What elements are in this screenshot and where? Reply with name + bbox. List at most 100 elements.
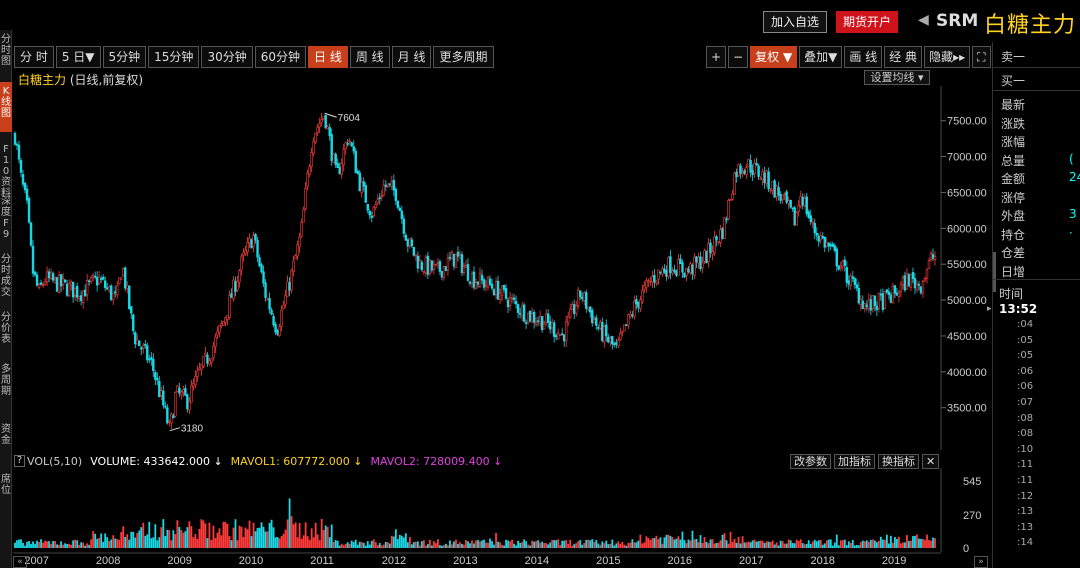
left-tab-3[interactable]: 深度F9 (0, 192, 12, 240)
volume-bar (437, 539, 439, 548)
volume-bar (190, 526, 193, 548)
chart-tool-button-4[interactable]: 画 线 (844, 46, 883, 68)
volume-bar (140, 527, 143, 548)
candle-body (755, 162, 758, 166)
volume-bar (713, 543, 716, 548)
panel-scrollbar[interactable] (993, 252, 996, 292)
volume-bar (599, 544, 602, 548)
volume-bar (777, 545, 780, 548)
candle-body (518, 312, 522, 315)
period-button-0[interactable]: 分 时 (14, 46, 54, 68)
set-moving-average-button[interactable]: 设置均线 ▾ (864, 70, 930, 85)
candle-body (354, 150, 357, 173)
scroll-right-button[interactable]: » (974, 556, 988, 568)
volume-bar (631, 539, 634, 548)
candle-body (705, 250, 708, 264)
candle-body (274, 323, 277, 333)
year-tick-label: 2016 (668, 555, 692, 567)
candle-body (75, 285, 79, 298)
collapse-handle-icon[interactable]: ▸ (987, 304, 993, 318)
volume-indicator-buttons: 改参数 加指标 换指标 ✕ (790, 454, 942, 469)
candle-body (699, 256, 702, 269)
left-tab-8[interactable]: 席位 (0, 470, 12, 510)
open-futures-account-button[interactable]: 期货开户 (836, 11, 898, 33)
volume-bar (477, 540, 479, 548)
candlestick-chart[interactable]: 3500.00 4000.00 4500.00 5000.00 5500.00 6000.… (13, 86, 991, 450)
volume-bar (803, 544, 806, 548)
volume-indicator-button-3[interactable]: ✕ (922, 454, 940, 469)
candle-body (813, 222, 816, 234)
volume-bar (58, 544, 60, 548)
chart-tool-button-7[interactable]: ⛶ (972, 46, 991, 68)
volume-bar (308, 539, 311, 548)
volume-indicator-button-2[interactable]: 换指标 (878, 454, 919, 469)
chart-tool-button-0[interactable]: + (706, 46, 727, 68)
left-tab-1[interactable]: K线图 (0, 82, 12, 132)
chart-tool-button-2[interactable]: 复权 ▼ (750, 46, 798, 68)
volume-bar (116, 539, 119, 548)
volume-bar (284, 529, 287, 548)
volume-bar (46, 541, 48, 548)
quote-row: 持仓 · (1001, 226, 1073, 243)
period-button-7[interactable]: 周 线 (349, 46, 390, 68)
candle-body (569, 308, 572, 318)
period-button-6[interactable]: 日 线 (308, 46, 348, 68)
volume-bar (681, 531, 684, 548)
candle-body (47, 271, 51, 279)
period-button-8[interactable]: 月 线 (391, 46, 432, 68)
volume-bar (152, 537, 155, 548)
candle-body (651, 276, 654, 283)
volume-bar (126, 534, 129, 548)
period-button-4[interactable]: 30分钟 (201, 46, 253, 68)
volume-bar (394, 529, 397, 548)
indicator-help-button[interactable]: ? (14, 455, 25, 467)
chart-tool-button-3[interactable]: 叠加▼ (799, 46, 843, 68)
chart-tool-button-1[interactable]: − (728, 46, 749, 68)
volume-bar (633, 542, 636, 548)
period-toolbar: 分 时5 日▼ 5分钟 15分钟 30分钟 60分钟日 线周 线月 线更多周期 (14, 46, 496, 68)
candle-body (338, 166, 341, 175)
candle-body (821, 236, 824, 239)
left-tab-4[interactable]: 分时成交 (0, 250, 12, 298)
volume-bar (459, 542, 461, 548)
previous-symbol-icon[interactable]: ◀ (918, 12, 929, 28)
chart-tool-button-6[interactable]: 隐藏▸▸ (924, 46, 971, 68)
left-tab-6[interactable]: 多周期 (0, 360, 12, 406)
left-tab-7[interactable]: 资金 (0, 420, 12, 460)
volume-bar (841, 540, 844, 548)
candle-body (220, 323, 223, 327)
candle-body (412, 246, 416, 256)
scroll-left-button[interactable]: « (13, 556, 27, 568)
candle-body (589, 306, 592, 313)
volume-bar (651, 538, 654, 548)
left-tab-2[interactable]: F10资料 (0, 140, 12, 199)
tick-time: :12 (1017, 490, 1034, 502)
candle-body (653, 274, 656, 283)
volume-indicator-button-1[interactable]: 加指标 (834, 454, 875, 469)
candle-body (693, 256, 696, 276)
period-button-2[interactable]: 5分钟 (102, 46, 147, 68)
add-to-watchlist-button[interactable]: 加入自选 (763, 11, 827, 33)
chart-tool-button-5[interactable]: 经 典 (884, 46, 923, 68)
period-button-9[interactable]: 更多周期 (433, 46, 494, 68)
volume-indicator-button-0[interactable]: 改参数 (790, 454, 831, 469)
volume-bar (402, 537, 405, 548)
period-button-3[interactable]: 15分钟 (148, 46, 200, 68)
candle-body (360, 182, 363, 194)
volume-chart[interactable]: 0 270 545 (13, 468, 991, 552)
left-tab-5[interactable]: 分价表 (0, 308, 12, 350)
candle-body (621, 331, 624, 333)
volume-bar (262, 526, 265, 548)
period-button-1[interactable]: 5 日▼ (55, 46, 101, 68)
candle-body (450, 252, 454, 260)
period-button-5[interactable]: 60分钟 (254, 46, 306, 68)
volume-bar (346, 542, 349, 548)
volume-bar (655, 535, 658, 548)
volume-bar (220, 535, 223, 548)
candle-body (536, 320, 540, 322)
left-tab-0[interactable]: 分时图 (0, 30, 12, 68)
volume-bar (172, 530, 175, 548)
candle-body (164, 405, 167, 408)
candle-body (112, 293, 115, 301)
volume-bar (292, 524, 295, 548)
